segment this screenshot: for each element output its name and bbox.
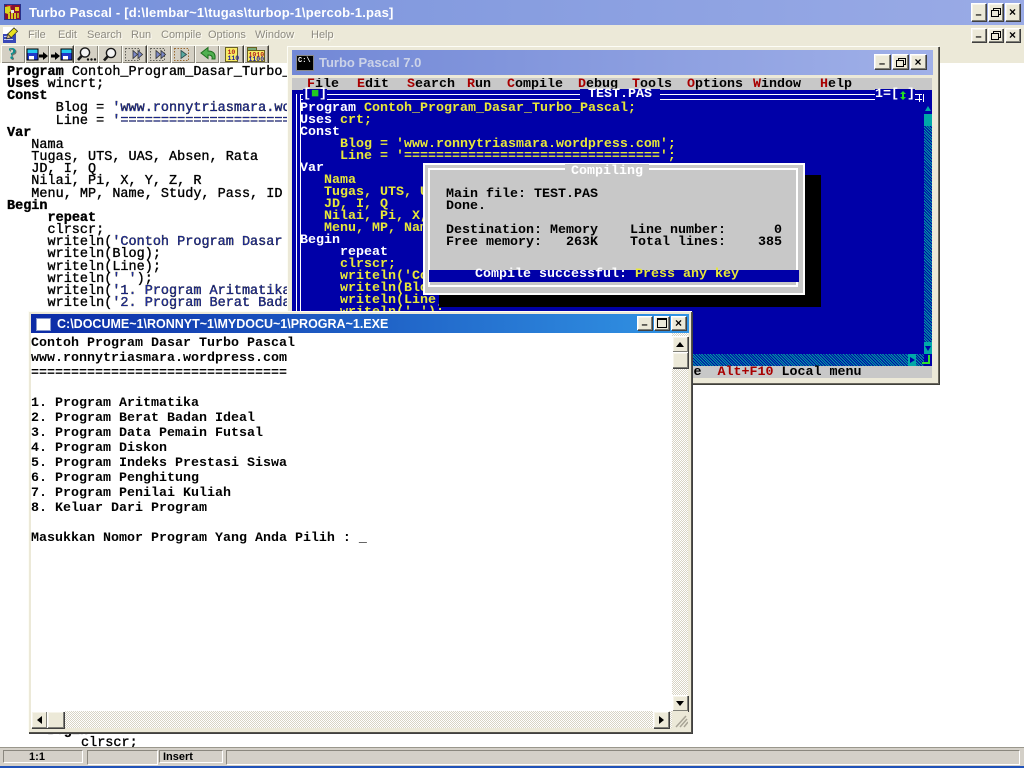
svg-text:1100: 1100: [249, 56, 265, 63]
svg-text:110: 110: [228, 55, 240, 62]
